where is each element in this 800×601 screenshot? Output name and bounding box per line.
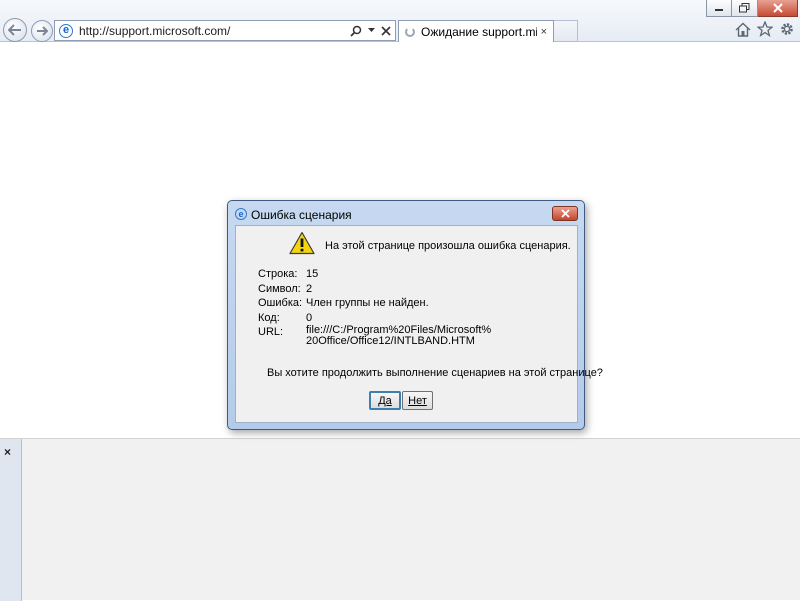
no-button-label: Нет: [408, 394, 427, 407]
browser-toolbar: e http://support.microsoft.com/ Ожидание…: [0, 0, 800, 42]
minimize-button[interactable]: [706, 0, 732, 17]
restore-button[interactable]: [732, 0, 758, 17]
close-icon: [560, 209, 570, 218]
yes-button-label: Да: [378, 394, 392, 407]
detail-row-line: Строка: 15: [258, 267, 491, 282]
script-error-dialog: e Ошибка сценария На этой странице произ…: [227, 200, 603, 430]
detail-label: Символ:: [258, 282, 301, 295]
forward-arrow-icon: [37, 26, 48, 36]
tab-close-icon[interactable]: ×: [541, 26, 547, 38]
no-button[interactable]: Нет: [402, 391, 433, 410]
detail-value: 0: [306, 311, 313, 324]
minimize-icon: [715, 9, 723, 11]
tab-title: Ожидание support.micros...: [421, 24, 537, 39]
detail-row-error: Ошибка: Член группы не найден.: [258, 296, 491, 311]
detail-value: 2: [306, 282, 313, 295]
search-icon[interactable]: [350, 25, 362, 37]
new-tab-button[interactable]: [554, 20, 578, 42]
back-arrow-icon: [8, 24, 21, 36]
ie-logo-icon: e: [59, 23, 73, 38]
detail-row-code: Код: 0: [258, 311, 491, 326]
detail-value: Член группы не найден.: [306, 297, 429, 309]
address-bar[interactable]: e http://support.microsoft.com/: [54, 20, 396, 41]
url-text[interactable]: http://support.microsoft.com/: [79, 24, 350, 38]
detail-label: Строка:: [258, 268, 298, 280]
home-icon: [735, 22, 751, 37]
url-line-2: 20Office/Office12/INTLBAND.HTM: [306, 335, 475, 347]
detail-label: URL:: [258, 326, 284, 338]
tools-button[interactable]: [778, 20, 796, 38]
detail-row-char: Символ: 2: [258, 282, 491, 297]
address-bar-buttons: [350, 21, 395, 40]
dialog-body: На этой странице произошла ошибка сценар…: [235, 225, 603, 423]
home-button[interactable]: [734, 20, 752, 38]
close-icon: [772, 3, 783, 13]
dialog-title: Ошибка сценария: [251, 208, 352, 222]
dropdown-icon[interactable]: [368, 28, 375, 33]
bottom-pane: ×: [0, 438, 800, 601]
continue-question: Вы хотите продолжить выполнение сценарие…: [267, 367, 603, 379]
error-details: Строка: 15 Символ: 2 Ошибка: Член группы…: [258, 267, 491, 347]
stop-icon[interactable]: [381, 25, 391, 36]
favorites-button[interactable]: [756, 20, 774, 38]
detail-row-url: URL: file:///C:/Program%20Files/Microsof…: [258, 325, 491, 347]
back-button[interactable]: [3, 18, 27, 42]
detail-value-url: file:///C:/Program%20Files/Microsoft% 20…: [306, 325, 491, 347]
detail-label: Ошибка:: [258, 297, 303, 309]
restore-icon: [739, 3, 750, 13]
window-caption-buttons: [706, 0, 798, 18]
bottom-pane-sidebar: ×: [0, 439, 22, 601]
detail-value: 15: [306, 268, 319, 280]
window-close-button[interactable]: [758, 0, 798, 17]
error-message: На этой странице произошла ошибка сценар…: [325, 240, 571, 252]
warning-icon: [289, 231, 315, 255]
command-icons: [734, 20, 796, 38]
dialog-close-button[interactable]: [552, 206, 578, 221]
pane-close-icon[interactable]: ×: [4, 445, 11, 459]
tab-active[interactable]: Ожидание support.micros... ×: [398, 20, 554, 42]
dialog-titlebar[interactable]: e Ошибка сценария: [228, 201, 584, 225]
detail-label: Код:: [258, 311, 280, 324]
yes-button[interactable]: Да: [369, 391, 401, 410]
forward-button[interactable]: [31, 20, 53, 42]
gear-icon: [781, 23, 793, 35]
browser-window: e http://support.microsoft.com/ Ожидание…: [0, 0, 800, 601]
loading-spinner-icon: [405, 26, 415, 37]
favorites-star-icon: [757, 21, 773, 37]
ie-logo-icon: e: [235, 208, 247, 220]
